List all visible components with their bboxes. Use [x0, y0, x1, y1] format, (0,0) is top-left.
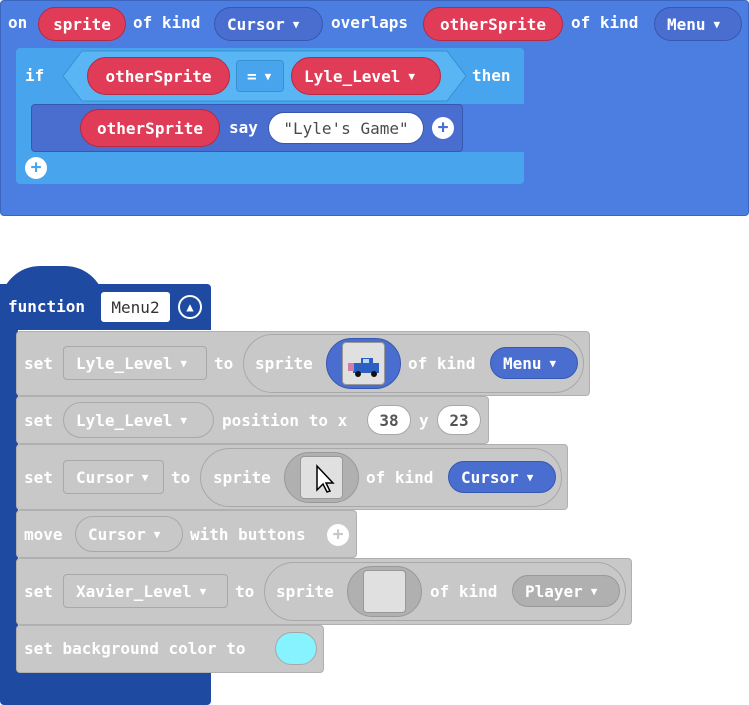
event-other-sprite-variable[interactable]: otherSprite — [423, 7, 563, 41]
chevron-down-icon: ▼ — [526, 470, 534, 484]
chevron-down-icon: ▼ — [713, 17, 721, 31]
sprite-thumbnail-car-icon — [342, 342, 385, 385]
sprite-thumbnail-empty-icon — [363, 570, 406, 613]
to-label-5: to — [235, 582, 255, 601]
event-on-label: on — [8, 13, 28, 32]
condition-right-dropdown[interactable]: Lyle_Level ▼ — [291, 57, 441, 95]
chevron-down-icon: ▼ — [180, 356, 187, 370]
chevron-down-icon: ▼ — [292, 17, 300, 31]
function-keyword: function — [8, 297, 86, 316]
chevron-down-icon: ▼ — [590, 584, 598, 598]
kind-value-3: Cursor — [461, 467, 519, 487]
y-value-input[interactable]: 23 — [437, 405, 481, 435]
with-buttons-label: with buttons — [190, 525, 306, 544]
car-icon — [348, 358, 379, 377]
sprite-label-1: sprite — [255, 354, 313, 373]
x-value-input[interactable]: 38 — [367, 405, 411, 435]
chevron-down-icon: ▼ — [180, 413, 187, 427]
function-name-value: Menu2 — [111, 297, 160, 317]
chevron-down-icon: ▼ — [141, 470, 149, 484]
event-kind-value-2: Menu — [667, 14, 706, 34]
event-overlaps-label: overlaps — [331, 13, 409, 32]
to-label-3: to — [171, 468, 191, 487]
set-label-1: set — [24, 354, 53, 373]
position-to-x-label: position to x — [222, 411, 348, 430]
then-label: then — [472, 66, 511, 85]
condition-left-variable[interactable]: otherSprite — [87, 57, 230, 95]
move-label: move — [24, 525, 63, 544]
kind-value-5: Player — [525, 581, 583, 601]
of-kind-label-3: of kind — [366, 468, 434, 487]
sprite-label-3: sprite — [213, 468, 271, 487]
variable-value-2: Lyle_Level — [76, 410, 173, 430]
add-parameter-plus-icon[interactable]: + — [432, 117, 454, 139]
variable-value-3: Cursor — [76, 467, 134, 487]
sprite-label-5: sprite — [276, 582, 334, 601]
y-label: y — [419, 411, 429, 430]
kind-dropdown-1[interactable]: Menu ▼ — [490, 347, 578, 379]
event-kind-value-1: Cursor — [227, 14, 285, 34]
chevron-down-icon: ▼ — [549, 356, 557, 370]
chevron-down-icon: ▼ — [153, 527, 161, 541]
kind-value-1: Menu — [503, 353, 542, 373]
say-target-variable[interactable]: otherSprite — [80, 109, 220, 147]
background-color-swatch[interactable] — [275, 632, 317, 665]
variable-dropdown-3[interactable]: Cursor ▼ — [63, 460, 164, 494]
move-with-buttons-block[interactable] — [16, 510, 357, 558]
set-label-3: set — [24, 468, 53, 487]
to-label-1: to — [214, 354, 234, 373]
event-of-kind-label-2: of kind — [571, 13, 639, 32]
kind-dropdown-3[interactable]: Cursor ▼ — [448, 461, 556, 493]
if-label: if — [25, 66, 45, 85]
condition-right-value: Lyle_Level — [304, 66, 401, 86]
function-name-field[interactable]: Menu2 — [101, 292, 170, 322]
comparison-operator-value: = — [247, 66, 257, 86]
add-parameter-plus-icon[interactable]: + — [327, 524, 349, 546]
variable-dropdown-4[interactable]: Cursor ▼ — [75, 516, 183, 552]
event-kind-dropdown-1[interactable]: Cursor ▼ — [214, 7, 323, 41]
variable-dropdown-5[interactable]: Xavier_Level ▼ — [63, 574, 228, 608]
if-then-block-footer — [16, 152, 524, 184]
say-label: say — [229, 118, 258, 137]
chevron-down-icon: ▼ — [199, 584, 207, 598]
variable-value-5: Xavier_Level — [76, 581, 192, 601]
say-text-input[interactable]: "Lyle's Game" — [268, 112, 424, 144]
of-kind-label-1: of kind — [408, 354, 476, 373]
comparison-operator-dropdown[interactable]: = ▼ — [236, 60, 284, 92]
variable-dropdown-2[interactable]: Lyle_Level ▼ — [63, 402, 214, 438]
of-kind-label-5: of kind — [430, 582, 498, 601]
chevron-down-icon: ▼ — [264, 69, 272, 83]
set-label-5: set — [24, 582, 53, 601]
variable-value-1: Lyle_Level — [76, 353, 173, 373]
chevron-down-icon: ▼ — [408, 69, 415, 83]
collapse-chevron-up-icon[interactable]: ▲ — [178, 295, 202, 319]
kind-dropdown-5[interactable]: Player ▼ — [512, 575, 620, 607]
set-label-2: set — [24, 411, 53, 430]
event-of-kind-label-1: of kind — [133, 13, 201, 32]
add-else-plus-icon[interactable]: + — [25, 157, 47, 179]
variable-dropdown-1[interactable]: Lyle_Level ▼ — [63, 346, 207, 380]
function-block-footer — [0, 672, 211, 705]
variable-value-4: Cursor — [88, 524, 146, 544]
sprite-thumbnail-cursor-icon — [300, 456, 343, 499]
mouse-pointer-icon — [316, 464, 335, 493]
set-background-color-label: set background color to — [24, 639, 246, 658]
event-sprite-variable[interactable]: sprite — [38, 7, 126, 41]
event-kind-dropdown-2[interactable]: Menu ▼ — [654, 7, 742, 41]
